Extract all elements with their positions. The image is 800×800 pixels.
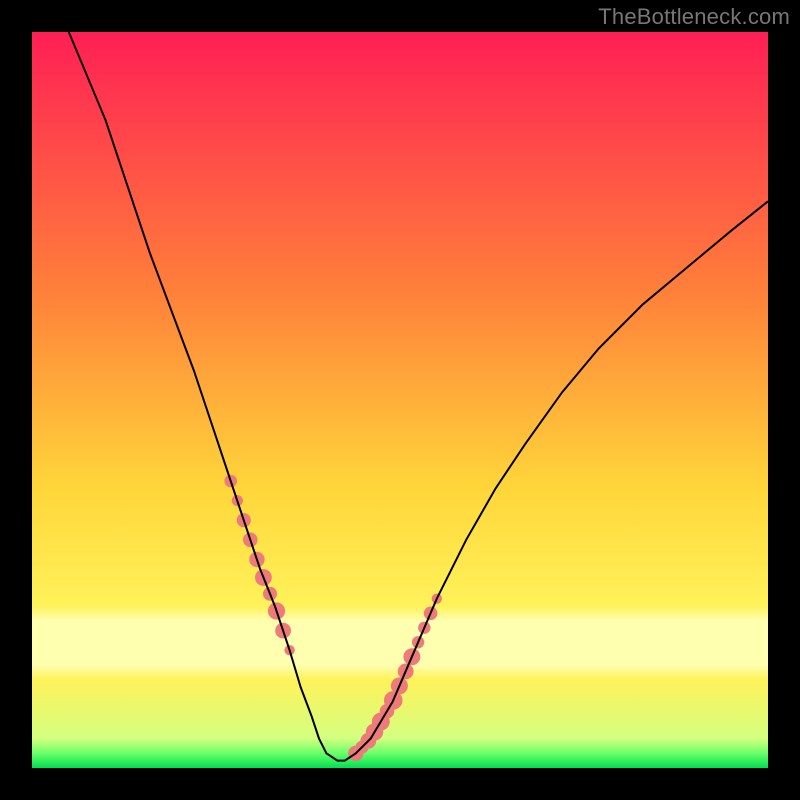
chart-frame	[32, 32, 768, 768]
chart-plot	[32, 32, 768, 768]
watermark-text: TheBottleneck.com	[598, 4, 790, 30]
data-markers	[224, 475, 442, 761]
bottleneck-curve	[69, 32, 768, 761]
